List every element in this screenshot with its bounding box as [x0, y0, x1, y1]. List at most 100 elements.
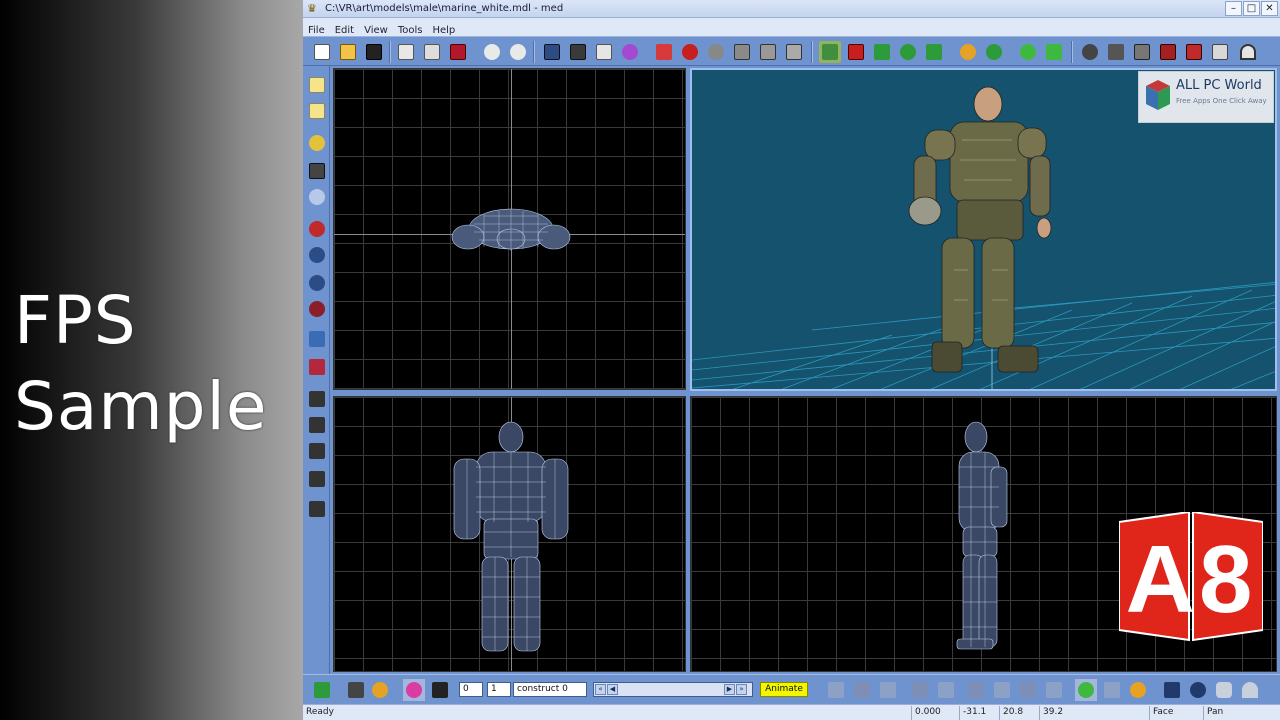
cylinder-primitive-button[interactable] — [1213, 679, 1235, 701]
vertex-move-button[interactable] — [653, 41, 675, 63]
magnet-button[interactable] — [1237, 41, 1259, 63]
anim-tool-7-button[interactable] — [991, 679, 1013, 701]
cube-view-button[interactable] — [541, 41, 563, 63]
mesh-gray2-button[interactable] — [757, 41, 779, 63]
cube-wire-button[interactable] — [567, 41, 589, 63]
frame-start-field[interactable]: 0 — [459, 682, 483, 697]
blue-cube-icon — [544, 44, 560, 60]
bone-link-button[interactable] — [957, 41, 979, 63]
cube-primitive-button[interactable] — [1161, 679, 1183, 701]
copy-button[interactable] — [395, 41, 417, 63]
menu-tools[interactable]: Tools — [393, 22, 428, 36]
wire-tool-icon — [912, 682, 928, 698]
cone-primitive-button[interactable] — [1239, 679, 1261, 701]
anim-tool-3-button[interactable] — [877, 679, 899, 701]
view-3d-button[interactable] — [306, 100, 328, 122]
scroll-first-icon[interactable]: « — [595, 684, 606, 695]
add-edge-button[interactable] — [1043, 41, 1065, 63]
paste-button[interactable] — [421, 41, 443, 63]
open-file-button[interactable] — [337, 41, 359, 63]
skin-button[interactable] — [1131, 41, 1153, 63]
vertex-view-button[interactable] — [306, 272, 328, 294]
paint-button[interactable] — [1105, 41, 1127, 63]
scroll-last-icon[interactable]: » — [736, 684, 747, 695]
anim-tool-11-button[interactable] — [1101, 679, 1123, 701]
anim-tool-5-button[interactable] — [935, 679, 957, 701]
anim-tool-6-button[interactable] — [965, 679, 987, 701]
skin-icon — [1134, 44, 1150, 60]
animate-button[interactable]: Animate — [760, 682, 808, 697]
frame-scrollbar[interactable]: « ◀ ▶ » — [593, 682, 753, 697]
vertex-green-icon — [1078, 682, 1094, 698]
bones-button[interactable] — [619, 41, 641, 63]
save-button[interactable] — [363, 41, 385, 63]
vertex-group-button[interactable] — [705, 41, 727, 63]
anim-tool-10-button[interactable] — [1075, 679, 1097, 701]
layout-2-button[interactable] — [306, 414, 328, 436]
frame-name-field[interactable]: construct 0 — [513, 682, 587, 697]
maximize-button[interactable]: □ — [1243, 1, 1260, 16]
play-animation-button[interactable] — [311, 679, 333, 701]
lighting-button[interactable] — [306, 186, 328, 208]
material-button[interactable] — [1157, 41, 1179, 63]
select-red-button[interactable] — [306, 218, 328, 240]
vertex-view2-button[interactable] — [306, 298, 328, 320]
filmstrip-button[interactable] — [429, 679, 451, 701]
scroll-right-icon[interactable]: ▶ — [724, 684, 735, 695]
select-blue-button[interactable] — [306, 244, 328, 266]
viewport-front[interactable] — [333, 396, 686, 672]
camera-view-button[interactable] — [306, 160, 328, 182]
vertex-select-button[interactable] — [679, 41, 701, 63]
add-vertex-button[interactable] — [1017, 41, 1039, 63]
new-file-button[interactable] — [311, 41, 333, 63]
menu-edit[interactable]: Edit — [330, 22, 359, 36]
red-cube-button[interactable] — [845, 41, 867, 63]
layout-3-button[interactable] — [306, 440, 328, 462]
wire-tool-icon — [854, 682, 870, 698]
anim-tool-2-button[interactable] — [851, 679, 873, 701]
anim-tool-12-button[interactable] — [1127, 679, 1149, 701]
link-button[interactable] — [1079, 41, 1101, 63]
view-2d-button[interactable] — [306, 74, 328, 96]
close-button[interactable]: ✕ — [1261, 1, 1278, 16]
delete-button[interactable] — [447, 41, 469, 63]
viewport-top[interactable] — [333, 68, 686, 390]
redo-button[interactable] — [507, 41, 529, 63]
group-select2-button[interactable] — [306, 356, 328, 378]
scale-button[interactable] — [923, 41, 945, 63]
anim-tool-9-button[interactable] — [1043, 679, 1065, 701]
rotate-button[interactable] — [897, 41, 919, 63]
toolbar-separator — [1071, 41, 1073, 63]
menu-file[interactable]: File — [303, 22, 330, 36]
bone-anim-button[interactable] — [369, 679, 391, 701]
move-all-button[interactable] — [983, 41, 1005, 63]
move-mode-button[interactable] — [819, 41, 841, 63]
group-select-button[interactable] — [306, 328, 328, 350]
frame-end-field[interactable]: 1 — [487, 682, 511, 697]
layout-1-button[interactable] — [306, 388, 328, 410]
wire-tool-icon — [1020, 682, 1036, 698]
layout-4-button[interactable] — [306, 468, 328, 490]
folder-icon — [340, 44, 356, 60]
anim-tool-1-button[interactable] — [825, 679, 847, 701]
red-cube-icon — [450, 44, 466, 60]
menu-help[interactable]: Help — [427, 22, 460, 36]
eye-view-button[interactable] — [306, 132, 328, 154]
layout-quad-button[interactable] — [306, 498, 328, 520]
move-down-button[interactable] — [871, 41, 893, 63]
scroll-left-icon[interactable]: ◀ — [607, 684, 618, 695]
keyframe-button[interactable] — [403, 679, 425, 701]
menu-view[interactable]: View — [359, 22, 393, 36]
anim-tool-8-button[interactable] — [1017, 679, 1039, 701]
undo-button[interactable] — [481, 41, 503, 63]
watermark-logo: ALL PC World Free Apps One Click Away — [1138, 71, 1274, 123]
uv-button[interactable] — [1209, 41, 1231, 63]
mesh-gray3-button[interactable] — [783, 41, 805, 63]
minimize-button[interactable]: – — [1225, 1, 1242, 16]
sphere-primitive-button[interactable] — [1187, 679, 1209, 701]
mesh-gray-button[interactable] — [731, 41, 753, 63]
step-frame-button[interactable] — [345, 679, 367, 701]
anim-tool-4-button[interactable] — [909, 679, 931, 701]
cube-shaded-button[interactable] — [593, 41, 615, 63]
texture-button[interactable] — [1183, 41, 1205, 63]
